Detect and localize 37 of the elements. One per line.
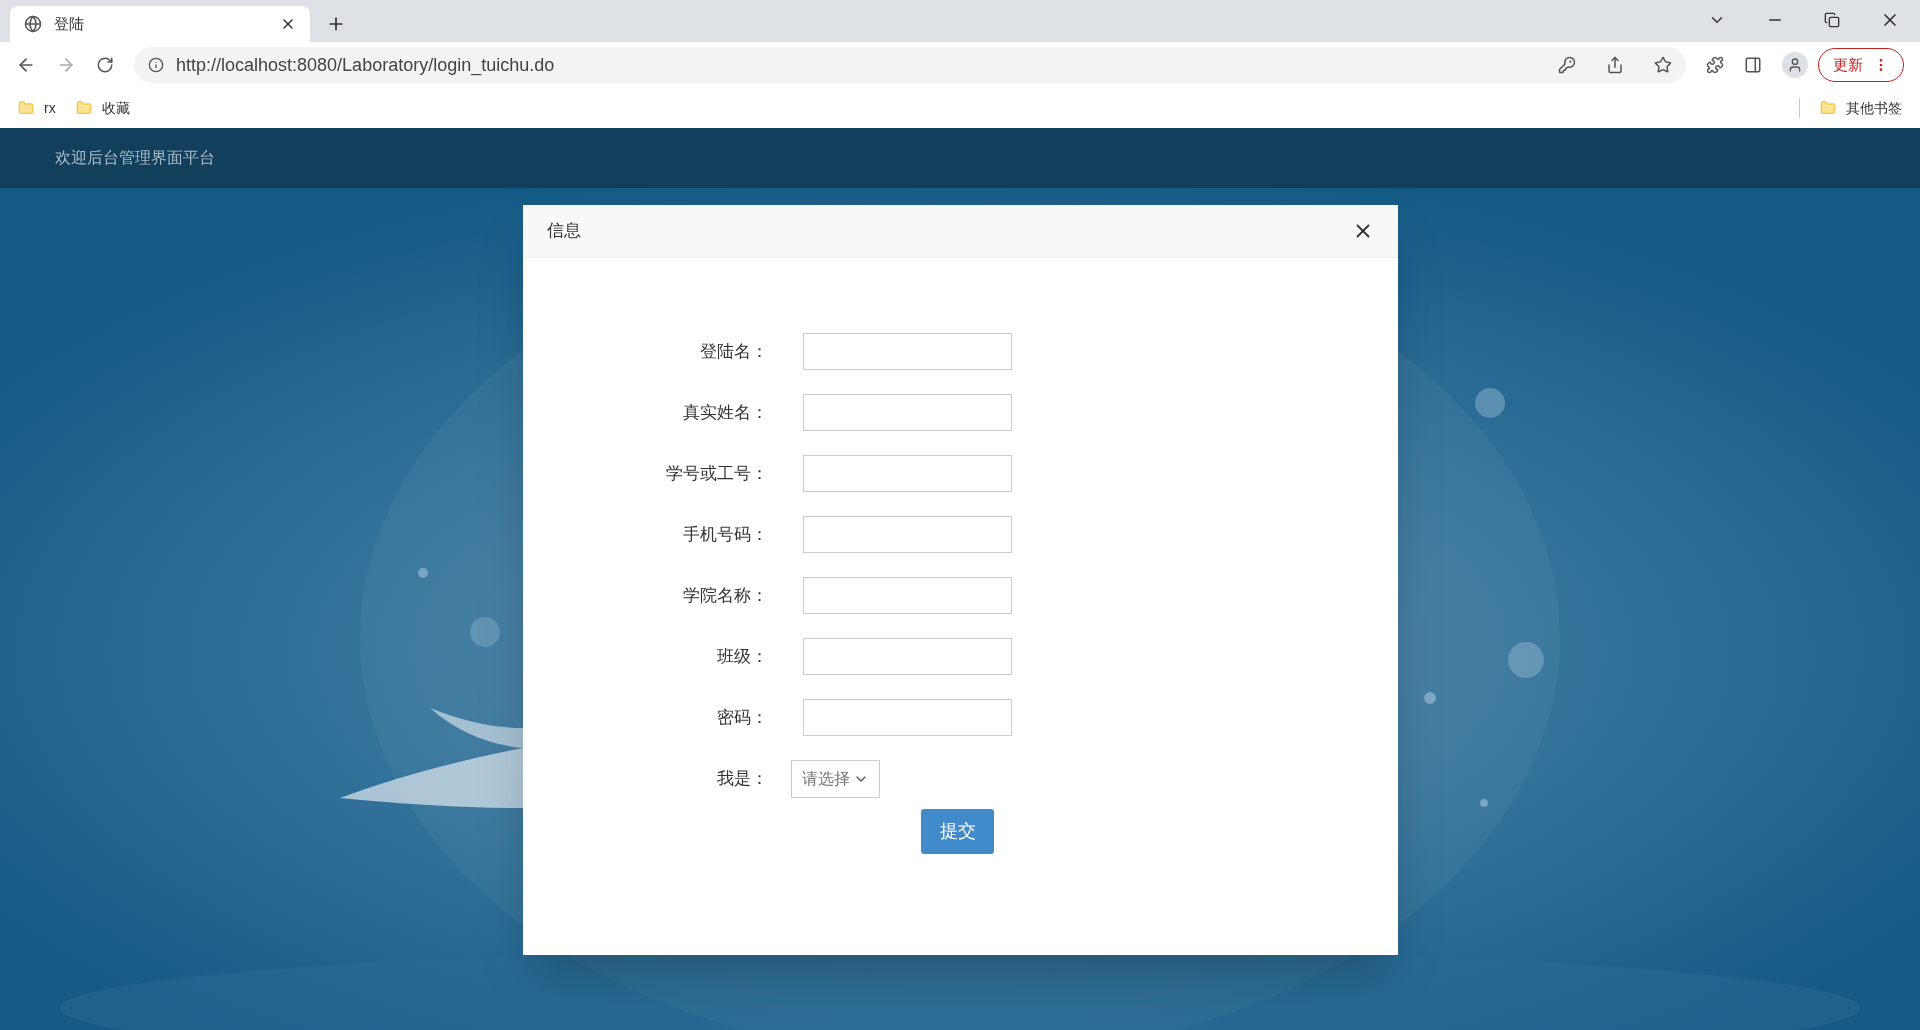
bookmark-item[interactable]: rx	[18, 97, 56, 119]
extensions-icon[interactable]	[1706, 56, 1724, 74]
input-field[interactable]	[803, 333, 1012, 370]
password-field[interactable]	[803, 699, 1012, 736]
address-bar[interactable]: http://localhost:8080/Laboratory/login_tuichu.do	[134, 47, 1686, 83]
input-field[interactable]	[803, 516, 1012, 553]
field-label: 学号或工号：	[665, 462, 768, 485]
key-icon[interactable]	[1558, 56, 1576, 74]
profile-avatar[interactable]	[1782, 52, 1808, 78]
restore-icon[interactable]	[1824, 12, 1840, 28]
field-label: 我是：	[716, 767, 768, 790]
bookmark-item[interactable]: 收藏	[75, 97, 130, 119]
submit-button[interactable]: 提交	[921, 809, 994, 854]
bookmark-item[interactable]: 其他书签	[1820, 97, 1902, 119]
folder-icon	[18, 100, 34, 116]
share-icon[interactable]	[1606, 56, 1624, 74]
folder-icon	[1820, 100, 1836, 116]
field-label: 密码：	[716, 706, 768, 729]
input-field[interactable]	[803, 394, 1012, 431]
field-label: 登陆名：	[699, 340, 768, 363]
browser-tab[interactable]: 登陆	[10, 6, 310, 42]
folder-icon	[75, 100, 92, 116]
field-label: 手机号码：	[682, 523, 768, 546]
side-panel-icon[interactable]	[1744, 56, 1762, 74]
globe-icon	[24, 15, 42, 33]
input-field[interactable]	[803, 638, 1012, 675]
info-icon	[148, 57, 164, 73]
select-dropdown[interactable]: 请选择	[791, 759, 880, 798]
header-title: 欢迎后台管理界面平台	[55, 148, 215, 168]
star-icon[interactable]	[1654, 56, 1672, 74]
reload-icon[interactable]	[96, 56, 114, 74]
field-label: 真实姓名：	[682, 401, 768, 424]
field-label: 班级：	[716, 645, 768, 668]
input-field[interactable]	[803, 455, 1012, 492]
field-label: 学院名称：	[682, 584, 768, 607]
dialog-title: 信息	[547, 220, 581, 243]
input-field[interactable]	[803, 577, 1012, 614]
